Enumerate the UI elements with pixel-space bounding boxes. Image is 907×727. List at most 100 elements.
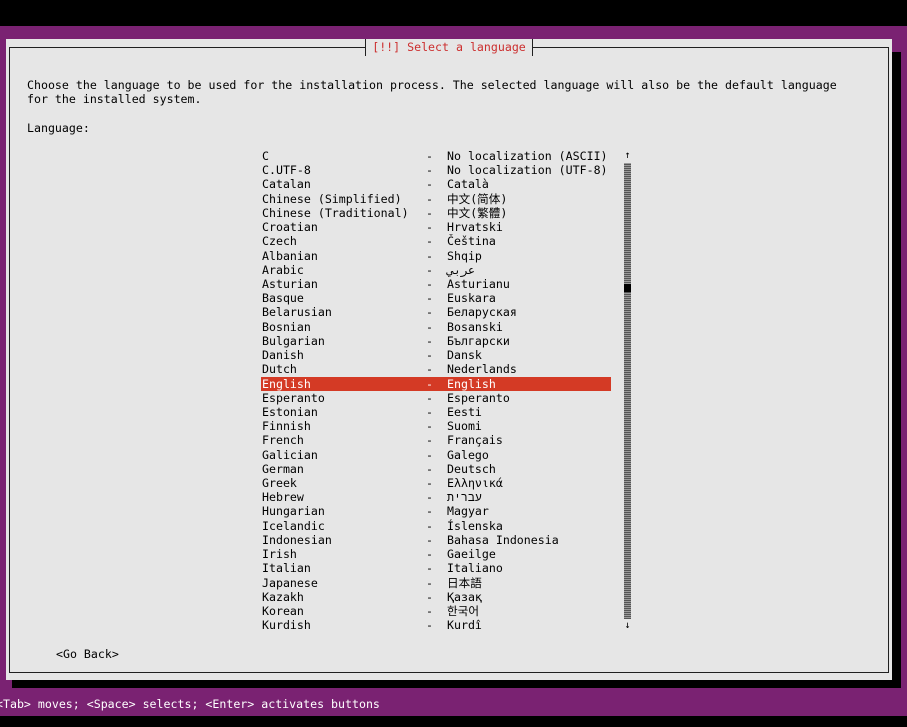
dialog-title: [!!] Select a language — [365, 39, 533, 56]
language-native-name: Esperanto — [447, 390, 510, 405]
separator-dash: - — [426, 319, 433, 334]
language-option[interactable]: Esperanto - Esperanto — [261, 391, 611, 405]
language-option[interactable]: Korean - 한국어 — [261, 604, 611, 618]
select-language-dialog: [!!] Select a language Choose the langua… — [6, 39, 892, 680]
language-name: Chinese (Traditional) — [262, 205, 409, 220]
separator-dash: - — [426, 490, 433, 505]
language-name: Chinese (Simplified) — [262, 191, 402, 206]
language-native-name: Eesti — [447, 404, 482, 419]
separator-dash: - — [426, 248, 433, 263]
go-back-button[interactable]: <Go Back> — [56, 647, 119, 661]
language-option[interactable]: Hebrew - עברית — [261, 490, 611, 504]
language-native-name: No localization (UTF-8) — [447, 163, 608, 178]
language-option[interactable]: Chinese (Simplified) - 中文(简体) — [261, 192, 611, 206]
language-name: Catalan — [262, 177, 311, 192]
separator-dash: - — [426, 461, 433, 476]
language-option[interactable]: Hungarian - Magyar — [261, 504, 611, 518]
language-option[interactable]: Estonian - Eesti — [261, 405, 611, 419]
language-native-name: 中文(简体) — [447, 191, 508, 206]
language-option[interactable]: Italian - Italiano — [261, 561, 611, 575]
language-list-scrollbar[interactable]: ↑ ↓ — [623, 149, 632, 633]
language-option[interactable]: Bulgarian - Български — [261, 334, 611, 348]
separator-dash: - — [426, 362, 433, 377]
separator-dash: - — [426, 205, 433, 220]
language-name: German — [262, 461, 304, 476]
language-name: Belarusian — [262, 305, 332, 320]
language-option[interactable]: Croatian - Hrvatski — [261, 220, 611, 234]
separator-dash: - — [426, 476, 433, 491]
separator-dash: - — [426, 504, 433, 519]
language-native-name: Italiano — [447, 561, 503, 576]
language-name: Italian — [262, 561, 311, 576]
separator-dash: - — [426, 419, 433, 434]
language-native-name: 日本語 — [447, 575, 482, 590]
language-native-name: Čeština — [447, 234, 496, 249]
language-option[interactable]: Kazakh - Қазақ — [261, 590, 611, 604]
scrollbar-thumb[interactable] — [624, 284, 631, 292]
language-name: Greek — [262, 476, 297, 491]
status-bar: <Tab> moves; <Space> selects; <Enter> ac… — [0, 695, 907, 716]
scrollbar-track[interactable] — [624, 163, 631, 619]
language-native-name: Hrvatski — [447, 220, 503, 235]
language-option-selected[interactable]: English - English — [261, 376, 611, 391]
separator-dash: - — [426, 291, 433, 306]
language-name: Hungarian — [262, 504, 325, 519]
dialog-description: Choose the language to be used for the i… — [27, 78, 837, 106]
language-option[interactable]: Czech - Čeština — [261, 234, 611, 248]
language-option[interactable]: Bosnian - Bosanski — [261, 320, 611, 334]
top-black-bar — [0, 0, 907, 26]
language-native-name: English — [447, 376, 496, 391]
separator-dash: - — [426, 404, 433, 419]
language-option[interactable]: Catalan - Català — [261, 177, 611, 191]
separator-dash: - — [426, 433, 433, 448]
language-name: Estonian — [262, 404, 318, 419]
language-name: Czech — [262, 234, 297, 249]
language-native-name: Asturianu — [447, 276, 510, 291]
language-option[interactable]: Belarusian - Беларуская — [261, 305, 611, 319]
language-name: Basque — [262, 291, 304, 306]
language-name: Asturian — [262, 276, 318, 291]
language-option[interactable]: C - No localization (ASCII) — [261, 149, 611, 163]
separator-dash: - — [426, 618, 433, 633]
separator-dash: - — [426, 547, 433, 562]
language-option[interactable]: Irish - Gaeilge — [261, 547, 611, 561]
language-option[interactable]: Albanian - Shqip — [261, 249, 611, 263]
separator-dash: - — [426, 518, 433, 533]
language-option[interactable]: German - Deutsch — [261, 462, 611, 476]
language-native-name: Shqip — [447, 248, 482, 263]
language-option[interactable]: Finnish - Suomi — [261, 419, 611, 433]
scroll-up-arrow-icon[interactable]: ↑ — [623, 149, 632, 163]
language-option[interactable]: Galician - Galego — [261, 448, 611, 462]
language-name: English — [262, 376, 311, 391]
language-option[interactable]: Icelandic - Íslenska — [261, 519, 611, 533]
language-option[interactable]: Greek - Ελληνικά — [261, 476, 611, 490]
language-option[interactable]: Danish - Dansk — [261, 348, 611, 362]
separator-dash: - — [426, 191, 433, 206]
language-name: C.UTF-8 — [262, 163, 311, 178]
language-native-name: عربي — [447, 262, 475, 277]
separator-dash: - — [426, 234, 433, 249]
scroll-down-arrow-icon[interactable]: ↓ — [623, 619, 632, 633]
language-option[interactable]: Chinese (Traditional) - 中文(繁體) — [261, 206, 611, 220]
language-option[interactable]: French - Français — [261, 433, 611, 447]
language-option[interactable]: Arabic - عربي — [261, 263, 611, 277]
language-name: Dutch — [262, 362, 297, 377]
language-list[interactable]: C - No localization (ASCII) C.UTF-8- No loca… — [261, 149, 611, 633]
separator-dash: - — [426, 177, 433, 192]
separator-dash: - — [426, 348, 433, 363]
language-option[interactable]: Kurdish - Kurdî — [261, 618, 611, 632]
language-option[interactable]: Dutch - Nederlands — [261, 362, 611, 376]
language-option[interactable]: Basque - Euskara — [261, 291, 611, 305]
language-name: Hebrew — [262, 490, 304, 505]
language-option[interactable]: Japanese - 日本語 — [261, 576, 611, 590]
separator-dash: - — [426, 376, 433, 391]
language-option[interactable]: Indonesian - Bahasa Indonesia — [261, 533, 611, 547]
language-option[interactable]: Asturian - Asturianu — [261, 277, 611, 291]
language-native-name: Galego — [447, 447, 489, 462]
separator-dash: - — [426, 589, 433, 604]
language-native-name: Қазақ — [447, 589, 482, 604]
language-native-name: 中文(繁體) — [447, 205, 508, 220]
language-option[interactable]: C.UTF-8 - No localization (UTF-8) — [261, 163, 611, 177]
separator-dash: - — [426, 447, 433, 462]
language-native-name: No localization (ASCII) — [447, 149, 608, 163]
